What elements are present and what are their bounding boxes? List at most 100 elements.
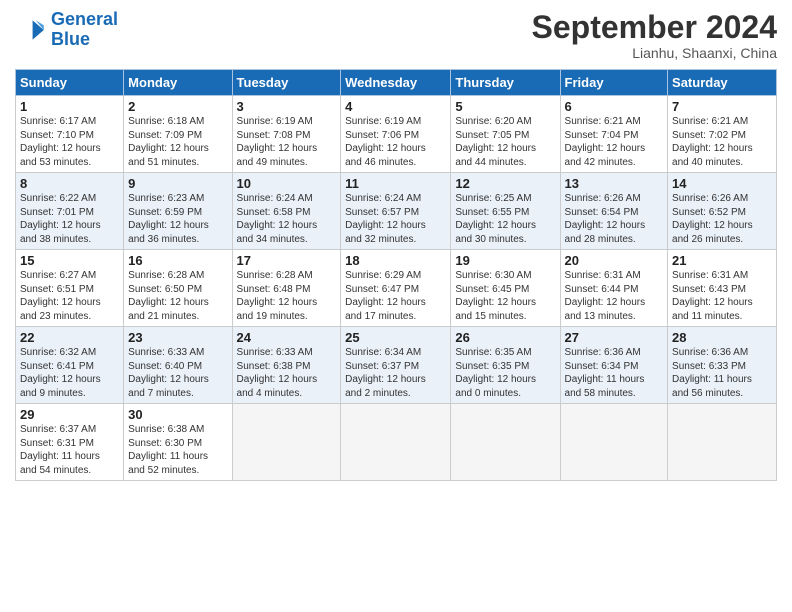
- day-number: 26: [455, 330, 555, 345]
- day-info: Sunrise: 6:36 AMSunset: 6:34 PMDaylight:…: [565, 346, 664, 400]
- calendar-day-cell: 7 Sunrise: 6:21 AMSunset: 7:02 PMDayligh…: [668, 96, 777, 173]
- day-info: Sunrise: 6:32 AMSunset: 6:41 PMDaylight:…: [20, 346, 119, 400]
- calendar-week-row: 29 Sunrise: 6:37 AMSunset: 6:31 PMDaylig…: [16, 404, 777, 481]
- calendar-day-cell: 18 Sunrise: 6:29 AMSunset: 6:47 PMDaylig…: [341, 250, 451, 327]
- calendar-header-tuesday: Tuesday: [232, 70, 341, 96]
- day-number: 12: [455, 176, 555, 191]
- day-number: 22: [20, 330, 119, 345]
- day-info: Sunrise: 6:18 AMSunset: 7:09 PMDaylight:…: [128, 115, 227, 169]
- day-info: Sunrise: 6:29 AMSunset: 6:47 PMDaylight:…: [345, 269, 446, 323]
- calendar-day-cell: 27 Sunrise: 6:36 AMSunset: 6:34 PMDaylig…: [560, 327, 668, 404]
- day-number: 20: [565, 253, 664, 268]
- month-title: September 2024: [532, 10, 777, 45]
- day-info: Sunrise: 6:25 AMSunset: 6:55 PMDaylight:…: [455, 192, 555, 246]
- calendar-week-row: 22 Sunrise: 6:32 AMSunset: 6:41 PMDaylig…: [16, 327, 777, 404]
- calendar-header-sunday: Sunday: [16, 70, 124, 96]
- calendar-week-row: 8 Sunrise: 6:22 AMSunset: 7:01 PMDayligh…: [16, 173, 777, 250]
- calendar-header-wednesday: Wednesday: [341, 70, 451, 96]
- day-number: 24: [237, 330, 337, 345]
- calendar-day-cell: 17 Sunrise: 6:28 AMSunset: 6:48 PMDaylig…: [232, 250, 341, 327]
- day-info: Sunrise: 6:38 AMSunset: 6:30 PMDaylight:…: [128, 423, 227, 477]
- day-info: Sunrise: 6:21 AMSunset: 7:04 PMDaylight:…: [565, 115, 664, 169]
- day-info: Sunrise: 6:20 AMSunset: 7:05 PMDaylight:…: [455, 115, 555, 169]
- day-number: 11: [345, 176, 446, 191]
- day-number: 4: [345, 99, 446, 114]
- day-number: 10: [237, 176, 337, 191]
- day-info: Sunrise: 6:26 AMSunset: 6:54 PMDaylight:…: [565, 192, 664, 246]
- day-info: Sunrise: 6:31 AMSunset: 6:43 PMDaylight:…: [672, 269, 772, 323]
- day-info: Sunrise: 6:28 AMSunset: 6:48 PMDaylight:…: [237, 269, 337, 323]
- calendar-day-cell: 6 Sunrise: 6:21 AMSunset: 7:04 PMDayligh…: [560, 96, 668, 173]
- calendar-day-cell: 26 Sunrise: 6:35 AMSunset: 6:35 PMDaylig…: [451, 327, 560, 404]
- calendar-header-row: SundayMondayTuesdayWednesdayThursdayFrid…: [16, 70, 777, 96]
- calendar-day-cell: [232, 404, 341, 481]
- day-number: 7: [672, 99, 772, 114]
- calendar-week-row: 15 Sunrise: 6:27 AMSunset: 6:51 PMDaylig…: [16, 250, 777, 327]
- calendar-header-friday: Friday: [560, 70, 668, 96]
- day-info: Sunrise: 6:17 AMSunset: 7:10 PMDaylight:…: [20, 115, 119, 169]
- calendar-day-cell: 3 Sunrise: 6:19 AMSunset: 7:08 PMDayligh…: [232, 96, 341, 173]
- day-info: Sunrise: 6:19 AMSunset: 7:08 PMDaylight:…: [237, 115, 337, 169]
- day-info: Sunrise: 6:19 AMSunset: 7:06 PMDaylight:…: [345, 115, 446, 169]
- day-number: 18: [345, 253, 446, 268]
- day-number: 5: [455, 99, 555, 114]
- day-number: 19: [455, 253, 555, 268]
- day-number: 21: [672, 253, 772, 268]
- day-info: Sunrise: 6:22 AMSunset: 7:01 PMDaylight:…: [20, 192, 119, 246]
- day-info: Sunrise: 6:33 AMSunset: 6:38 PMDaylight:…: [237, 346, 337, 400]
- day-info: Sunrise: 6:24 AMSunset: 6:58 PMDaylight:…: [237, 192, 337, 246]
- day-info: Sunrise: 6:21 AMSunset: 7:02 PMDaylight:…: [672, 115, 772, 169]
- day-number: 15: [20, 253, 119, 268]
- calendar-day-cell: 4 Sunrise: 6:19 AMSunset: 7:06 PMDayligh…: [341, 96, 451, 173]
- page: General Blue September 2024 Lianhu, Shaa…: [0, 0, 792, 612]
- calendar-day-cell: 10 Sunrise: 6:24 AMSunset: 6:58 PMDaylig…: [232, 173, 341, 250]
- calendar-day-cell: 11 Sunrise: 6:24 AMSunset: 6:57 PMDaylig…: [341, 173, 451, 250]
- calendar-day-cell: 20 Sunrise: 6:31 AMSunset: 6:44 PMDaylig…: [560, 250, 668, 327]
- day-number: 17: [237, 253, 337, 268]
- header: General Blue September 2024 Lianhu, Shaa…: [15, 10, 777, 61]
- calendar-day-cell: 23 Sunrise: 6:33 AMSunset: 6:40 PMDaylig…: [124, 327, 232, 404]
- calendar-day-cell: 16 Sunrise: 6:28 AMSunset: 6:50 PMDaylig…: [124, 250, 232, 327]
- day-info: Sunrise: 6:27 AMSunset: 6:51 PMDaylight:…: [20, 269, 119, 323]
- calendar-day-cell: 5 Sunrise: 6:20 AMSunset: 7:05 PMDayligh…: [451, 96, 560, 173]
- calendar-day-cell: 21 Sunrise: 6:31 AMSunset: 6:43 PMDaylig…: [668, 250, 777, 327]
- day-info: Sunrise: 6:23 AMSunset: 6:59 PMDaylight:…: [128, 192, 227, 246]
- calendar-day-cell: 12 Sunrise: 6:25 AMSunset: 6:55 PMDaylig…: [451, 173, 560, 250]
- calendar-day-cell: 15 Sunrise: 6:27 AMSunset: 6:51 PMDaylig…: [16, 250, 124, 327]
- day-info: Sunrise: 6:33 AMSunset: 6:40 PMDaylight:…: [128, 346, 227, 400]
- calendar-day-cell: 14 Sunrise: 6:26 AMSunset: 6:52 PMDaylig…: [668, 173, 777, 250]
- day-number: 13: [565, 176, 664, 191]
- calendar-header-saturday: Saturday: [668, 70, 777, 96]
- day-info: Sunrise: 6:24 AMSunset: 6:57 PMDaylight:…: [345, 192, 446, 246]
- day-number: 27: [565, 330, 664, 345]
- logo-line2: Blue: [51, 29, 90, 49]
- calendar-day-cell: [668, 404, 777, 481]
- calendar-day-cell: 22 Sunrise: 6:32 AMSunset: 6:41 PMDaylig…: [16, 327, 124, 404]
- day-number: 28: [672, 330, 772, 345]
- day-info: Sunrise: 6:36 AMSunset: 6:33 PMDaylight:…: [672, 346, 772, 400]
- day-info: Sunrise: 6:37 AMSunset: 6:31 PMDaylight:…: [20, 423, 119, 477]
- day-info: Sunrise: 6:28 AMSunset: 6:50 PMDaylight:…: [128, 269, 227, 323]
- calendar-day-cell: [341, 404, 451, 481]
- day-number: 25: [345, 330, 446, 345]
- calendar-day-cell: 2 Sunrise: 6:18 AMSunset: 7:09 PMDayligh…: [124, 96, 232, 173]
- day-info: Sunrise: 6:34 AMSunset: 6:37 PMDaylight:…: [345, 346, 446, 400]
- calendar-day-cell: 29 Sunrise: 6:37 AMSunset: 6:31 PMDaylig…: [16, 404, 124, 481]
- day-number: 16: [128, 253, 227, 268]
- logo-text: General Blue: [51, 10, 118, 50]
- calendar-day-cell: 30 Sunrise: 6:38 AMSunset: 6:30 PMDaylig…: [124, 404, 232, 481]
- day-number: 29: [20, 407, 119, 422]
- calendar-day-cell: 28 Sunrise: 6:36 AMSunset: 6:33 PMDaylig…: [668, 327, 777, 404]
- day-info: Sunrise: 6:31 AMSunset: 6:44 PMDaylight:…: [565, 269, 664, 323]
- calendar-day-cell: [451, 404, 560, 481]
- day-info: Sunrise: 6:35 AMSunset: 6:35 PMDaylight:…: [455, 346, 555, 400]
- day-info: Sunrise: 6:26 AMSunset: 6:52 PMDaylight:…: [672, 192, 772, 246]
- calendar-day-cell: 24 Sunrise: 6:33 AMSunset: 6:38 PMDaylig…: [232, 327, 341, 404]
- day-number: 30: [128, 407, 227, 422]
- logo-line1: General: [51, 9, 118, 29]
- day-info: Sunrise: 6:30 AMSunset: 6:45 PMDaylight:…: [455, 269, 555, 323]
- calendar-day-cell: 1 Sunrise: 6:17 AMSunset: 7:10 PMDayligh…: [16, 96, 124, 173]
- day-number: 6: [565, 99, 664, 114]
- day-number: 14: [672, 176, 772, 191]
- logo: General Blue: [15, 10, 118, 50]
